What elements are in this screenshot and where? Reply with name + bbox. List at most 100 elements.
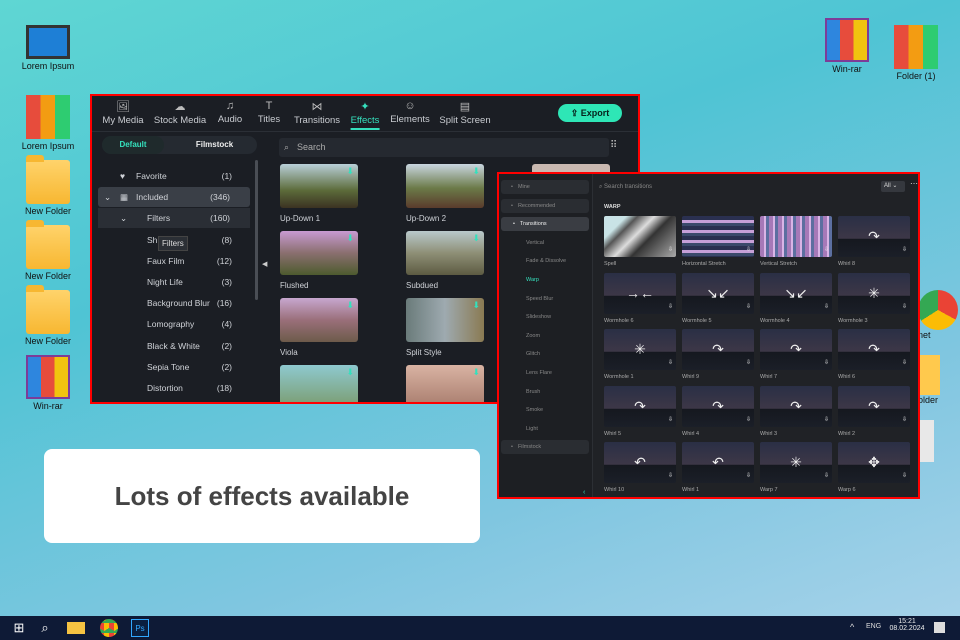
search-input[interactable]: ⌕ Search xyxy=(279,138,609,157)
notification-icon[interactable] xyxy=(934,622,945,633)
transition-thumbnail[interactable]: →← ⇩ xyxy=(604,272,676,314)
transition-thumbnail[interactable]: ✳ ⇩ xyxy=(760,442,832,483)
tree-item[interactable]: Black & White (2) xyxy=(92,336,250,356)
desktop-icon[interactable]: New Folder xyxy=(13,285,83,346)
effect-thumbnail[interactable]: ⬇ xyxy=(406,298,484,342)
grid-view-icon[interactable]: ⠿ xyxy=(610,140,617,151)
sidebar-item-zoom[interactable]: Zoom xyxy=(501,329,589,343)
download-icon[interactable]: ⇩ xyxy=(824,230,829,257)
windows-start-icon[interactable]: ⊞ xyxy=(10,619,28,637)
sidebar-item-vertical[interactable]: Vertical xyxy=(501,236,589,250)
transition-thumbnail[interactable]: ↘↙ ⇩ xyxy=(682,272,754,314)
transition-thumbnail[interactable]: ↷ ⇩ xyxy=(760,385,832,427)
transition-thumbnail[interactable]: ↷ ⇩ xyxy=(682,329,754,370)
tree-item[interactable]: ⌄ ▦ Included (346) xyxy=(98,187,250,208)
scrollbar[interactable] xyxy=(255,160,258,300)
tree-item[interactable]: Background Blur (16) xyxy=(92,293,250,313)
transition-thumbnail[interactable]: ✳ ⇩ xyxy=(838,272,910,314)
transition-thumbnail[interactable]: ↷ ⇩ xyxy=(760,329,832,370)
tab-elements[interactable]: ☺ Elements xyxy=(390,100,430,125)
tab-stock-media[interactable]: ☁ Stock Media xyxy=(154,100,206,126)
sidebar-item-speed-blur[interactable]: Speed Blur xyxy=(501,292,589,306)
transition-thumbnail[interactable]: ↶ ⇩ xyxy=(682,442,754,483)
download-icon[interactable]: ⇩ xyxy=(902,287,907,314)
chrome-icon[interactable] xyxy=(100,619,118,637)
sidebar-item-mine[interactable]: • Mine xyxy=(501,180,589,194)
more-icon[interactable]: ⋯ xyxy=(910,179,918,188)
tree-item[interactable]: Faux Film (12) xyxy=(92,251,250,271)
sidebar-item-slideshow[interactable]: Slideshow xyxy=(501,310,589,324)
tab-split-screen[interactable]: ▤ Split Screen xyxy=(439,100,490,126)
download-icon[interactable]: ⇩ xyxy=(668,230,673,257)
filmstock-toggle[interactable]: Filmstock xyxy=(172,136,257,154)
desktop-icon[interactable]: Win-rar xyxy=(812,18,882,74)
download-icon[interactable]: ⬇ xyxy=(472,367,480,378)
tree-item[interactable]: Lomography (4) xyxy=(92,314,250,334)
transition-thumbnail[interactable]: ✳ ⇩ xyxy=(604,329,676,370)
transition-thumbnail[interactable]: ✥ ⇩ xyxy=(838,442,910,483)
sidebar-item-filmstock[interactable]: • Filmstock xyxy=(501,440,589,455)
sidebar-item-brush[interactable]: Brush xyxy=(501,385,589,399)
tray-chevron-icon[interactable]: ^ xyxy=(850,622,854,632)
transition-thumbnail[interactable]: ↷ ⇩ xyxy=(838,216,910,257)
tree-item[interactable]: ♥ Favorite (1) xyxy=(92,166,250,186)
download-icon[interactable]: ⬇ xyxy=(346,367,354,378)
collapse-panel-icon[interactable]: ◀ xyxy=(262,260,267,268)
desktop-icon[interactable]: Win-rar xyxy=(13,355,83,411)
desktop-icon[interactable]: net xyxy=(918,290,960,340)
download-icon[interactable]: ⇩ xyxy=(824,400,829,427)
tree-item[interactable]: Distortion (18) xyxy=(92,378,250,398)
tab-my-media[interactable]: 🖼 My Media xyxy=(102,100,143,126)
download-icon[interactable]: ⬇ xyxy=(472,166,480,177)
sidebar-item-warp[interactable]: Warp xyxy=(501,273,589,287)
search-icon[interactable]: ⌕ xyxy=(36,619,54,637)
download-icon[interactable]: ⇩ xyxy=(668,400,673,427)
file-explorer-icon[interactable] xyxy=(67,622,85,634)
effect-thumbnail[interactable]: ⬇ xyxy=(406,231,484,275)
download-icon[interactable]: ⇩ xyxy=(746,400,751,427)
search-transitions-input[interactable]: ⌕ Search transitions xyxy=(599,180,799,194)
download-icon[interactable]: ⇩ xyxy=(668,343,673,370)
clock[interactable]: 15:21 08.02.2024 xyxy=(889,618,925,632)
photoshop-icon[interactable]: Ps xyxy=(131,619,149,637)
tree-item[interactable]: Sepia Tone (2) xyxy=(92,357,250,377)
download-icon[interactable]: ⇩ xyxy=(668,456,673,483)
transition-thumbnail[interactable]: ⇩ xyxy=(604,216,676,257)
transition-thumbnail[interactable]: ⇩ xyxy=(682,216,754,257)
download-icon[interactable]: ⬇ xyxy=(346,166,354,177)
desktop-icon[interactable]: Lorem Ipsum xyxy=(13,25,83,71)
filter-dropdown[interactable]: All ⌄ xyxy=(881,181,905,192)
language-indicator[interactable]: ENG xyxy=(866,623,881,630)
transition-thumbnail[interactable]: ⇩ xyxy=(760,216,832,257)
download-icon[interactable]: ⇩ xyxy=(824,343,829,370)
transition-thumbnail[interactable]: ↷ ⇩ xyxy=(838,385,910,427)
tab-effects[interactable]: ✦ Effects xyxy=(350,100,380,130)
desktop-icon[interactable]: older xyxy=(918,355,960,405)
tab-titles[interactable]: T Titles xyxy=(258,100,280,125)
desktop-icon[interactable]: Lorem Ipsum xyxy=(13,95,83,151)
collapse-sidebar-icon[interactable]: ‹ xyxy=(583,489,585,496)
sidebar-item-lens-flare[interactable]: Lens Flare xyxy=(501,366,589,380)
sidebar-item-fade-dissolve[interactable]: Fade & Dissolve xyxy=(501,254,589,268)
sidebar-item-transitions[interactable]: • Transitions xyxy=(501,217,589,232)
transition-thumbnail[interactable]: ↷ ⇩ xyxy=(604,385,676,427)
desktop-icon[interactable]: New Folder xyxy=(13,220,83,281)
download-icon[interactable]: ⇩ xyxy=(902,456,907,483)
download-icon[interactable]: ⇩ xyxy=(746,456,751,483)
tab-audio[interactable]: ♫ Audio xyxy=(218,100,242,125)
download-icon[interactable]: ⇩ xyxy=(746,230,751,257)
download-icon[interactable]: ⇩ xyxy=(746,287,751,314)
download-icon[interactable]: ⇩ xyxy=(824,287,829,314)
transition-thumbnail[interactable]: ↶ ⇩ xyxy=(604,442,676,483)
chevron-down-icon[interactable]: ⌄ xyxy=(104,187,111,207)
transition-thumbnail[interactable]: ↘↙ ⇩ xyxy=(760,272,832,314)
download-icon[interactable]: ⇩ xyxy=(902,400,907,427)
desktop-icon[interactable]: Folder (1) xyxy=(881,25,951,81)
effect-thumbnail[interactable]: ⬇ xyxy=(406,164,484,208)
default-toggle[interactable]: Default xyxy=(102,136,164,154)
download-icon[interactable]: ⇩ xyxy=(824,456,829,483)
tree-item[interactable]: ⌄ Filters (160) xyxy=(98,208,250,229)
download-icon[interactable]: ⬇ xyxy=(472,300,480,311)
download-icon[interactable]: ⇩ xyxy=(746,343,751,370)
download-icon[interactable]: ⬇ xyxy=(472,233,480,244)
